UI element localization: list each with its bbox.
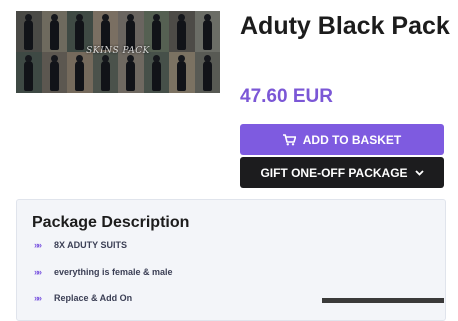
image-tile	[169, 52, 195, 93]
package-description-heading: Package Description	[32, 214, 190, 231]
shopping-cart-icon	[282, 133, 296, 146]
double-chevron-right-icon: »»	[34, 240, 42, 250]
feature-text: 8X ADUTY SUITS	[54, 240, 128, 250]
gift-package-button[interactable]: GIFT ONE-OFF PACKAGE	[240, 157, 444, 188]
gift-package-label: GIFT ONE-OFF PACKAGE	[260, 165, 408, 180]
image-tile	[41, 52, 67, 93]
image-tile	[16, 52, 42, 93]
image-tile	[16, 11, 42, 52]
product-image: SKINS PACK	[16, 11, 220, 93]
image-tile	[194, 11, 220, 52]
image-tile	[41, 11, 67, 52]
feature-item: »» Replace & Add On	[34, 293, 132, 303]
double-chevron-right-icon: »»	[34, 267, 42, 277]
feature-text: everything is female & male	[54, 267, 173, 277]
image-logo: SKINS PACK	[86, 46, 150, 56]
image-tile	[169, 11, 195, 52]
feature-text: Replace & Add On	[54, 293, 133, 303]
overlay-strip	[322, 298, 444, 303]
double-chevron-right-icon: »»	[34, 293, 42, 303]
product-price: 47.60 EUR	[240, 86, 333, 107]
feature-item: »» 8X ADUTY SUITS	[34, 240, 127, 250]
add-to-basket-button[interactable]: ADD TO BASKET	[240, 124, 444, 155]
feature-item: »» everything is female & male	[34, 267, 173, 277]
image-tile	[194, 52, 220, 93]
add-to-basket-label: ADD TO BASKET	[302, 132, 402, 147]
chevron-down-icon	[414, 169, 424, 176]
product-title: Aduty Black Pack	[240, 12, 450, 40]
